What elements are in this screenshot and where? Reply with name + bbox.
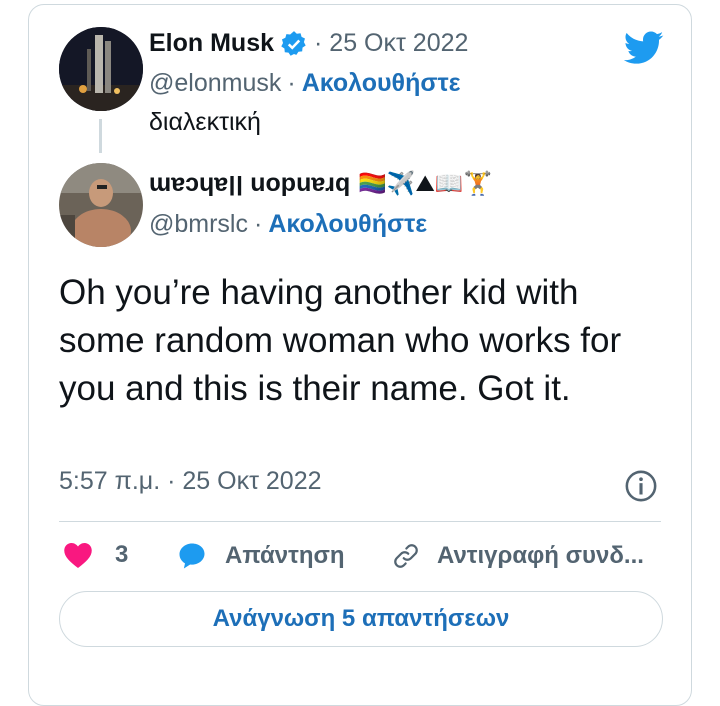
twitter-bird-icon[interactable] — [624, 31, 664, 65]
tweet-timestamp[interactable]: 5:57 π.μ. · 25 Οκτ 2022 — [59, 467, 322, 496]
follow-author-button[interactable]: Ακολουθήστε — [268, 210, 427, 239]
copy-link-label[interactable]: Αντιγραφή συνδ... — [437, 542, 644, 570]
author-name[interactable]: ɯɐɔɥɐןן uopuɐɹq — [149, 169, 350, 198]
reply-label[interactable]: Απάντηση — [225, 542, 345, 570]
heart-icon[interactable] — [63, 541, 93, 569]
reply-action[interactable]: Απάντηση — [177, 541, 345, 571]
author-row: ɯɐɔɥɐןן uopuɐɹq 🏳️‍🌈✈️⛰📖🏋 — [149, 169, 492, 198]
separator-dot: · — [287, 69, 296, 97]
elon-avatar[interactable] — [59, 27, 143, 111]
like-count: 3 — [115, 541, 129, 568]
separator-dot: · — [254, 210, 263, 238]
verified-badge-icon — [281, 30, 306, 56]
reply-bubble-icon[interactable] — [177, 541, 207, 571]
tweet-text: Oh you’re having another kid with some r… — [59, 273, 622, 408]
like-action[interactable]: 3 — [63, 541, 128, 569]
quoted-tweet-text: διαλεκτική — [149, 108, 261, 136]
read-replies-button[interactable]: Ανάγνωση 5 απαντήσεων — [59, 591, 663, 647]
quoted-handle-row: @elonmusk · Ακολουθήστε — [149, 69, 460, 98]
quoted-author-name[interactable]: Elon Musk — [149, 29, 274, 58]
author-avatar[interactable] — [59, 163, 143, 247]
author-photo — [59, 163, 143, 247]
quoted-handle[interactable]: @elonmusk — [149, 69, 281, 98]
author-handle-row: @bmrslc · Ακολουθήστε — [149, 210, 427, 239]
follow-elon-button[interactable]: Ακολουθήστε — [302, 69, 461, 98]
author-handle[interactable]: @bmrslc — [149, 210, 248, 239]
quoted-author-row: Elon Musk · 25 Οκτ 2022 — [149, 29, 468, 58]
starship-image — [59, 27, 143, 111]
link-icon[interactable] — [391, 541, 421, 571]
read-replies-label: Ανάγνωση 5 απαντήσεων — [212, 605, 510, 632]
quoted-date[interactable]: · 25 Οκτ 2022 — [314, 29, 468, 58]
author-emoji: 🏳️‍🌈✈️⛰📖🏋 — [358, 170, 493, 196]
timestamp-text[interactable]: 5:57 π.μ. · 25 Οκτ 2022 — [59, 467, 322, 495]
copy-link-action[interactable]: Αντιγραφή συνδ... — [391, 541, 644, 571]
tweet-card: Elon Musk · 25 Οκτ 2022 @elonmusk · Ακολ… — [28, 4, 692, 706]
thread-connector — [99, 119, 102, 153]
divider — [59, 521, 661, 522]
info-icon[interactable] — [624, 469, 658, 503]
